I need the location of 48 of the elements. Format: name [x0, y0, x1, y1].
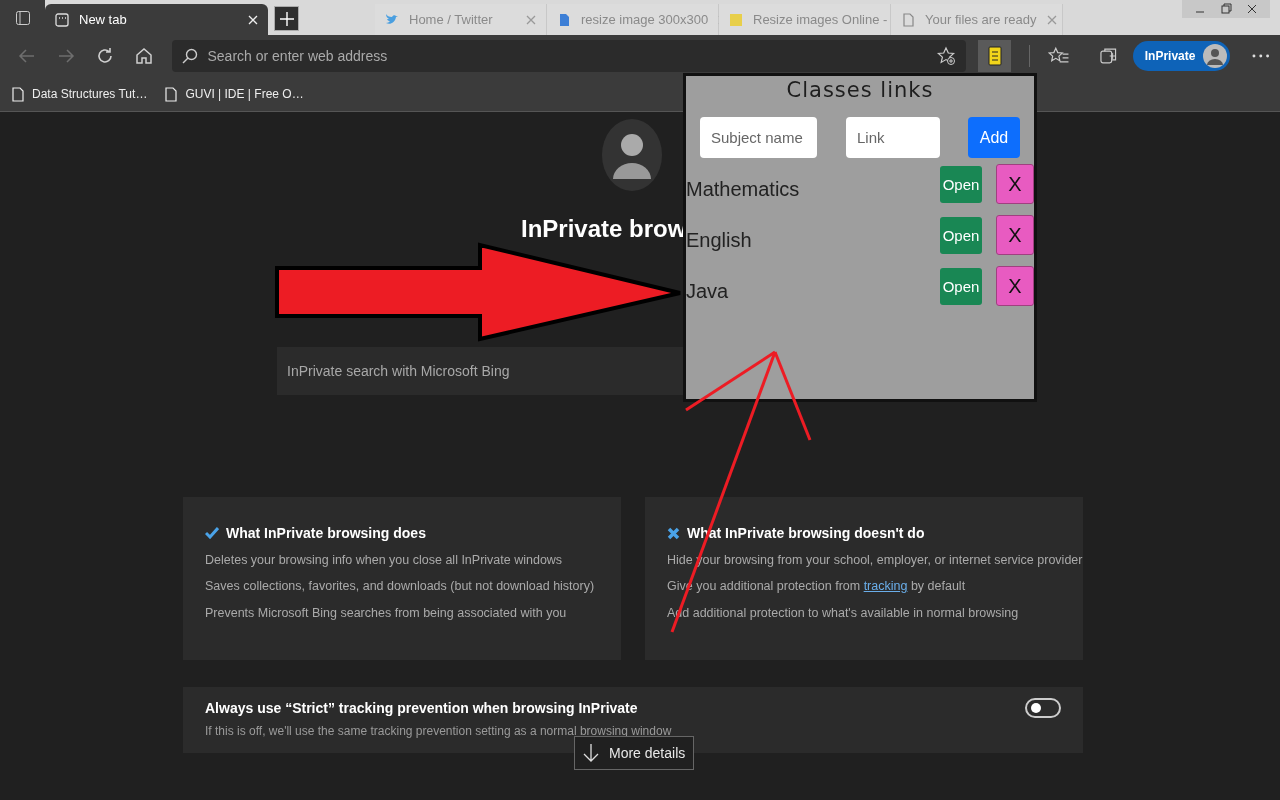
new-tab-button[interactable] — [274, 6, 299, 31]
card-item-text: Prevents Microsoft Bing searches from being associated with you — [205, 604, 567, 621]
collections-icon[interactable] — [1099, 46, 1119, 66]
subject-name-field[interactable]: Subject name — [700, 117, 817, 158]
checkmark-icon — [205, 527, 219, 539]
add-favorite-star-icon[interactable] — [936, 46, 957, 66]
search-icon — [181, 48, 198, 64]
subject-name: English — [686, 229, 752, 252]
document-icon — [557, 12, 571, 27]
browser-tab[interactable]: New tab — [45, 4, 268, 35]
bookmark-item[interactable]: Data Structures Tut… — [12, 86, 148, 102]
more-details-button[interactable]: More details — [574, 736, 695, 770]
more-options-icon[interactable] — [1252, 54, 1270, 58]
add-button[interactable]: Add — [968, 117, 1020, 158]
setting-title: Always use “Strict” tracking prevention when browsing InPrivate — [205, 700, 638, 716]
card-item-text: Saves collections, favorites, and downloads (but not download history) — [205, 578, 595, 594]
file-icon — [901, 12, 915, 27]
delete-button[interactable]: X — [996, 215, 1034, 255]
open-button[interactable]: Open — [940, 217, 982, 254]
avatar-icon — [1203, 44, 1228, 68]
bookmark-item[interactable]: GUVI | IDE | Free O… — [165, 86, 304, 102]
avatar-silhouette — [601, 119, 663, 191]
card-title: What InPrivate browsing does — [226, 525, 426, 541]
toggle-switch[interactable] — [1025, 698, 1061, 718]
setting-description: If this is off, we'll use the same tracking prevention setting as a normal browsing window — [205, 724, 672, 738]
down-arrow-icon — [583, 743, 599, 763]
subject-name: Mathematics — [686, 178, 800, 201]
plus-icon — [279, 11, 294, 26]
delete-button[interactable]: X — [996, 266, 1034, 306]
open-button[interactable]: Open — [940, 166, 982, 203]
page-icon — [12, 86, 24, 102]
open-button[interactable]: Open — [940, 268, 982, 305]
bird-icon — [385, 12, 399, 27]
delete-button[interactable]: X — [996, 164, 1034, 204]
home-icon — [133, 46, 154, 66]
image-icon — [729, 12, 743, 27]
cross-icon — [667, 526, 680, 540]
extension-icon[interactable] — [987, 46, 1002, 66]
popup-title: Classes links — [786, 78, 934, 104]
link-field[interactable]: Link — [846, 117, 940, 158]
tab-actions-icon[interactable] — [14, 9, 31, 26]
subject-name: Java — [686, 280, 729, 303]
new-tab-icon — [55, 12, 69, 27]
address-bar[interactable]: Search or enter web address — [171, 40, 967, 72]
card-item-text: Deletes your browsing info when you close all InPrivate windows — [205, 551, 563, 568]
inprivate-profile-button[interactable]: InPrivate — [1132, 41, 1231, 71]
page-icon — [165, 86, 178, 102]
tracking-link[interactable]: tracking — [863, 579, 908, 593]
